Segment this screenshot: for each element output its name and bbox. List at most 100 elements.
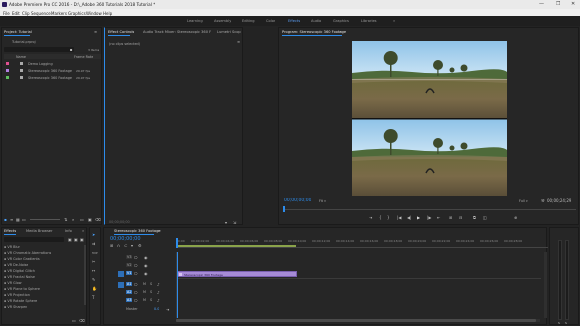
timeline-menu-icon[interactable]: ≡ [157,229,160,233]
lift-icon[interactable]: ⊞ [449,215,452,220]
track-label[interactable]: A1 [126,282,133,286]
microphone-icon[interactable]: ♪ [157,290,160,295]
export-frame-icon[interactable]: ⧉ [473,215,476,220]
minimize-button[interactable]: — [539,1,544,7]
yuv-effects-icon[interactable]: ▣ [80,237,84,242]
list-item[interactable]: ▪ VR Blur [4,245,20,249]
source-patch-v1[interactable] [118,271,124,277]
sync-lock-icon[interactable]: ⎔ [134,290,138,295]
workspace-effects[interactable]: Effects [288,19,300,23]
freeform-view-icon[interactable]: ▭ [22,217,26,222]
tab-lumetri-scopes[interactable]: Lumetri Scopes [217,30,241,34]
list-item[interactable]: ▪ VR De-Noise [4,263,28,267]
list-item[interactable]: ▪ VR Rotate Sphere [4,299,37,303]
track-label[interactable]: V1 [126,271,133,275]
workspace-audio[interactable]: Audio [311,19,321,23]
trash-icon[interactable]: ⌫ [95,217,101,222]
effects-panel-overflow-icon[interactable]: » [82,229,84,233]
sort-icon[interactable]: ⇅ [64,217,67,222]
timeline-settings-icon[interactable]: ⚙ [138,243,142,248]
list-item[interactable]: Stereoscopic 360 Footage 29.97 fps [4,75,101,81]
menu-clip[interactable]: Clip [22,11,30,16]
new-bin-icon[interactable]: ▭ [80,217,84,222]
list-item[interactable]: ▪ VR Color Gradients [4,257,40,261]
list-item[interactable]: ▪ VR Projection [4,293,30,297]
timeline-timecode[interactable]: 00;00;00;00 [110,236,141,242]
list-item[interactable]: ▪ VR Glow [4,281,22,285]
linked-selection-icon[interactable]: ⊂ [124,243,127,248]
track-label[interactable]: V2 [126,263,133,267]
menu-window[interactable]: Window [86,11,102,16]
tab-project[interactable]: Project: Tutorial [4,30,32,34]
zoom-slider[interactable] [30,219,60,220]
sync-lock-icon[interactable]: ⎔ [134,298,138,303]
mute-button[interactable]: M [143,290,146,294]
extract-icon[interactable]: ⊟ [459,215,462,220]
export-icon[interactable]: ⇲ [233,220,236,225]
trash-icon[interactable]: ⌫ [79,318,85,323]
workspace-learning[interactable]: Learning [187,19,203,23]
list-item[interactable]: ▪ VR Plane to Sphere [4,287,40,291]
pen-tool-icon[interactable]: ✎ [92,277,95,282]
go-to-out-icon[interactable]: ⇤ [437,215,440,220]
solo-right-icon[interactable]: S [565,321,567,325]
project-search-input[interactable] [4,47,74,52]
close-button[interactable]: ✕ [571,1,575,7]
razor-tool-icon[interactable]: ✂ [92,259,95,264]
type-tool-icon[interactable]: T [92,295,94,300]
column-frame-rate[interactable]: Frame Rate [74,55,93,59]
mute-button[interactable]: M [143,298,146,302]
eye-icon[interactable]: ◉ [144,271,148,276]
button-editor-icon[interactable]: ⊕ [514,215,517,220]
time-ruler[interactable]: 00;00 00;00;02;00 00;00;04;00 00;00;06;0… [176,238,548,248]
resolution-dropdown[interactable]: Full ▾ [519,198,533,203]
snap-icon[interactable]: ∩ [117,243,120,248]
filter-icon[interactable]: ▾ [225,220,227,225]
effect-controls-timecode[interactable]: 00;00;00;00 [109,220,130,224]
ripple-edit-tool-icon[interactable]: ⟺ [92,250,98,255]
new-bin-icon[interactable]: ▪ [68,47,74,52]
track-label[interactable]: A3 [126,298,133,302]
timeline-vertical-scrollbar[interactable] [544,252,547,318]
work-area-bar[interactable] [176,245,296,247]
menu-graphics[interactable]: Graphics [68,11,86,16]
source-patch[interactable] [118,255,123,260]
menu-file[interactable]: File [3,11,10,16]
icon-view-icon[interactable]: ▦ [16,217,20,222]
mark-out-icon[interactable]: } [387,215,390,220]
wrench-icon[interactable]: ⚒ [541,198,545,203]
new-bin-icon[interactable]: ▭ [72,318,76,323]
step-back-icon[interactable]: ◀| [407,215,411,220]
solo-button[interactable]: S [150,290,152,294]
list-item[interactable]: ▪ VR Chromatic Aberrations [4,251,51,255]
effect-controls-menu-icon[interactable]: ≡ [237,40,240,44]
accelerated-effects-icon[interactable]: ▣ [68,237,72,242]
list-item[interactable]: Demo Logging [4,61,101,67]
project-panel-menu-icon[interactable]: ≡ [94,30,97,34]
solo-button[interactable]: S [150,298,152,302]
playhead-marker[interactable] [176,238,178,248]
menu-edit[interactable]: Edit [12,11,20,16]
search-icon[interactable]: ⌕ [72,217,74,222]
go-to-in-icon[interactable]: |◀ [397,215,401,220]
scroll-handle[interactable] [176,319,536,322]
32bit-effects-icon[interactable]: ▣ [74,237,78,242]
microphone-icon[interactable]: ♪ [157,298,160,303]
track-label[interactable]: V3 [126,255,133,259]
selection-tool-icon[interactable]: ➤ [92,232,95,237]
tab-timeline-sequence[interactable]: Stereoscopic 360 Footage [114,229,161,233]
list-item[interactable]: Stereoscopic 360 Footage 29.97 fps [4,68,101,74]
menu-help[interactable]: Help [103,11,112,16]
nest-toggle-icon[interactable]: ⊞ [110,243,113,248]
workspace-assembly[interactable]: Assembly [214,19,231,23]
solo-button[interactable]: S [150,282,152,286]
effects-search-input[interactable] [4,237,64,242]
workspace-libraries[interactable]: Libraries [361,19,377,23]
sync-lock-icon[interactable]: ⎔ [134,255,138,260]
tab-effect-controls[interactable]: Effect Controls [108,30,134,34]
tab-program-monitor[interactable]: Program: Stereoscopic 360 Footage [282,30,346,34]
play-button[interactable]: ▶ [417,215,420,220]
mute-button[interactable]: M [143,282,146,286]
source-patch-a1[interactable] [118,282,124,288]
tab-info[interactable]: Info [65,229,72,233]
